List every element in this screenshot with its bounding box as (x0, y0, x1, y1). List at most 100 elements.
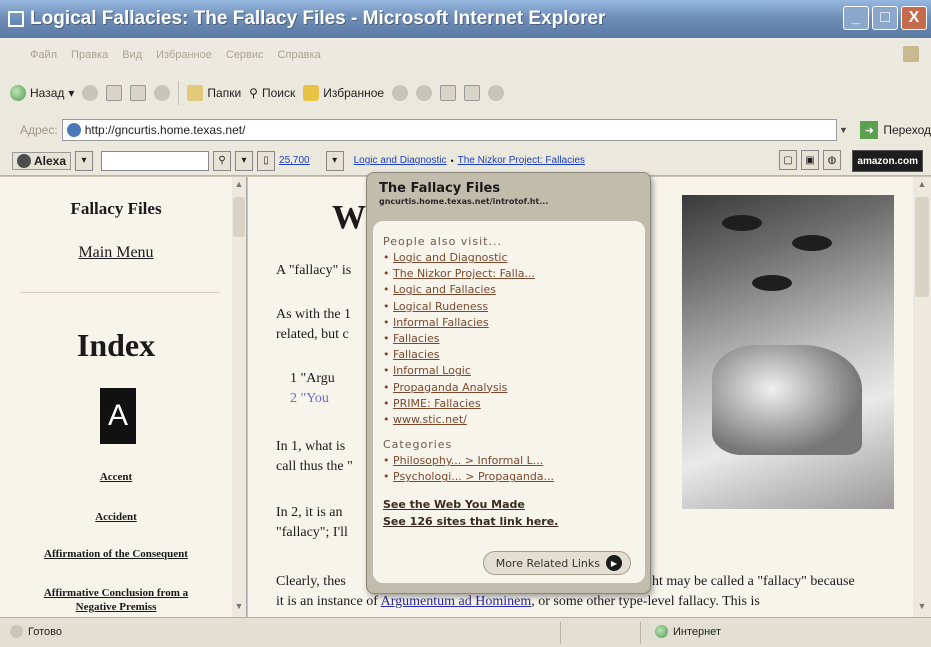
menu-view[interactable]: Вид (122, 49, 142, 61)
paragraph-line: call thus the " (276, 459, 353, 474)
media-button[interactable] (392, 85, 409, 101)
history-button[interactable] (416, 85, 433, 101)
paragraph-line: A "fallacy" is (276, 263, 352, 278)
favorites-label: Избранное (323, 86, 385, 100)
scroll-down-icon[interactable]: ▼ (913, 601, 931, 615)
see-linking-sites-link[interactable]: See 126 sites that link here. (383, 513, 635, 530)
menu-file[interactable]: Файл (30, 49, 57, 61)
related-link-2[interactable]: The Nizkor Project: Fallacies (458, 155, 585, 166)
related-link-1[interactable]: Logic and Diagnostic (354, 155, 447, 166)
alexa-menu-button[interactable]: Alexa (12, 151, 72, 170)
scroll-thumb[interactable] (915, 197, 929, 297)
globe-icon (655, 625, 668, 638)
popup-url: gncurtis.home.texas.net/introtof.ht... (379, 197, 549, 206)
go-button[interactable]: ➜ Переход (860, 121, 931, 139)
list-item: 2 "You (290, 391, 329, 406)
maximize-button[interactable]: □ (872, 6, 898, 30)
popup-blocker-icon[interactable]: ◍ (823, 150, 841, 170)
back-label: Назад (30, 86, 65, 100)
address-input[interactable]: http://gncurtis.home.texas.net/ (61, 119, 837, 141)
arrow-right-icon: ▶ (606, 555, 622, 571)
scroll-up-icon[interactable]: ▲ (232, 179, 246, 193)
related-site-link[interactable]: • Propaganda Analysis (383, 380, 635, 396)
more-related-links-button[interactable]: More Related Links ▶ (482, 551, 631, 575)
menu-edit[interactable]: Правка (71, 49, 108, 61)
close-button[interactable]: X (901, 6, 927, 30)
main-menu-link[interactable]: Main Menu (0, 244, 232, 262)
traffic-rank[interactable]: 25,700 (279, 155, 310, 166)
people-also-visit-heading: People also visit... (383, 235, 502, 248)
related-links-popup: The Fallacy Files gncurtis.home.texas.ne… (366, 172, 651, 594)
refresh-button[interactable] (130, 85, 147, 101)
scroll-up-icon[interactable]: ▲ (913, 179, 931, 193)
scroll-down-icon[interactable]: ▼ (232, 601, 246, 615)
forward-button[interactable] (82, 85, 99, 101)
related-site-link[interactable]: • Logic and Diagnostic (383, 250, 635, 266)
window-controls: _ □ X (843, 6, 927, 30)
menu-favorites[interactable]: Избранное (156, 49, 212, 61)
print-button[interactable] (464, 85, 481, 101)
page-status-icon (10, 625, 23, 638)
related-site-link[interactable]: • PRIME: Fallacies (383, 396, 635, 412)
index-link-affirmation-consequent[interactable]: Affirmation of the Consequent (0, 548, 232, 560)
index-scrollbar[interactable]: ▲ ▼ (232, 177, 246, 617)
paragraph-line-last: it is an instance of Argumentum ad Homin… (276, 592, 760, 612)
amazon-button[interactable]: amazon.com (852, 150, 923, 172)
menu-help[interactable]: Справка (278, 49, 321, 61)
bat-shape (722, 215, 762, 231)
alexa-dropdown-icon[interactable]: ▾ (75, 150, 94, 171)
related-site-link[interactable]: • The Nizkor Project: Falla... (383, 266, 635, 282)
related-site-link[interactable]: • Fallacies (383, 347, 635, 363)
index-heading: Index (76, 327, 156, 363)
favorites-button[interactable]: Избранное (303, 85, 384, 101)
see-web-link[interactable]: See the Web You Made (383, 496, 635, 513)
alexa-search-dropdown-icon[interactable]: ▾ (235, 150, 254, 171)
back-dropdown-icon[interactable]: ▾ (68, 86, 74, 100)
star-icon (303, 85, 320, 101)
category-link[interactable]: • Philosophy... > Informal L... (383, 453, 635, 469)
popup-body: People also visit... • Logic and Diagnos… (373, 221, 645, 583)
content-scrollbar[interactable]: ▲ ▼ (913, 177, 931, 617)
list-item: 1 "Argu (290, 371, 335, 386)
related-links-icon[interactable]: ▾ (325, 150, 344, 171)
related-site-link[interactable]: • Logic and Fallacies (383, 282, 635, 298)
popup-header: The Fallacy Files gncurtis.home.texas.ne… (379, 181, 548, 206)
stop-button[interactable] (106, 85, 123, 101)
index-link-affirmative-conclusion-cont[interactable]: Negative Premiss (0, 601, 232, 613)
scroll-thumb[interactable] (233, 197, 245, 237)
line-suffix: , or some other type-level fallacy. This… (531, 594, 760, 609)
status-message: Готово (10, 625, 62, 638)
sleeping-figure (712, 345, 862, 455)
folders-button[interactable]: Папки (187, 85, 241, 101)
minimize-button[interactable]: _ (843, 6, 869, 30)
edit-button[interactable] (488, 85, 505, 101)
address-bar: Адрес: http://gncurtis.home.texas.net/ ▼… (0, 114, 931, 146)
related-site-link[interactable]: • Informal Logic (383, 363, 635, 379)
related-site-link[interactable]: • Fallacies (383, 331, 635, 347)
argumentum-link[interactable]: Argumentum ad Hominem (381, 594, 532, 609)
wayback-icon[interactable]: ▣ (801, 150, 819, 170)
related-site-link[interactable]: • Informal Fallacies (383, 315, 635, 331)
index-link-affirmative-conclusion[interactable]: Affirmative Conclusion from a (0, 587, 232, 599)
search-button[interactable]: ⚲ Поиск (249, 86, 295, 100)
search-icon: ⚲ (249, 86, 258, 100)
menu-tools[interactable]: Сервис (226, 49, 264, 61)
alexa-search-icon[interactable]: ⚲ (213, 150, 232, 171)
home-button[interactable] (154, 85, 171, 101)
page-icon (66, 123, 81, 137)
mail-button[interactable] (440, 85, 457, 101)
index-link-accident[interactable]: Accident (0, 511, 232, 523)
alexa-search-input[interactable] (101, 150, 210, 171)
address-dropdown-icon[interactable]: ▼ (837, 119, 851, 141)
back-button[interactable]: Назад ▾ (10, 85, 74, 101)
paragraph-line: related, but c (276, 327, 349, 342)
traffic-rank-icon[interactable]: ▯ (257, 150, 276, 171)
windows-logo-icon (903, 46, 919, 62)
index-link-accent[interactable]: Accent (0, 471, 232, 483)
address-url: http://gncurtis.home.texas.net/ (84, 123, 246, 137)
related-site-link[interactable]: • Logical Rudeness (383, 299, 635, 315)
category-link[interactable]: • Psychologi... > Propaganda... (383, 469, 635, 485)
info-icon[interactable]: ▢ (779, 150, 797, 170)
divider (20, 292, 220, 293)
related-site-link[interactable]: • www.stic.net/ (383, 412, 635, 428)
